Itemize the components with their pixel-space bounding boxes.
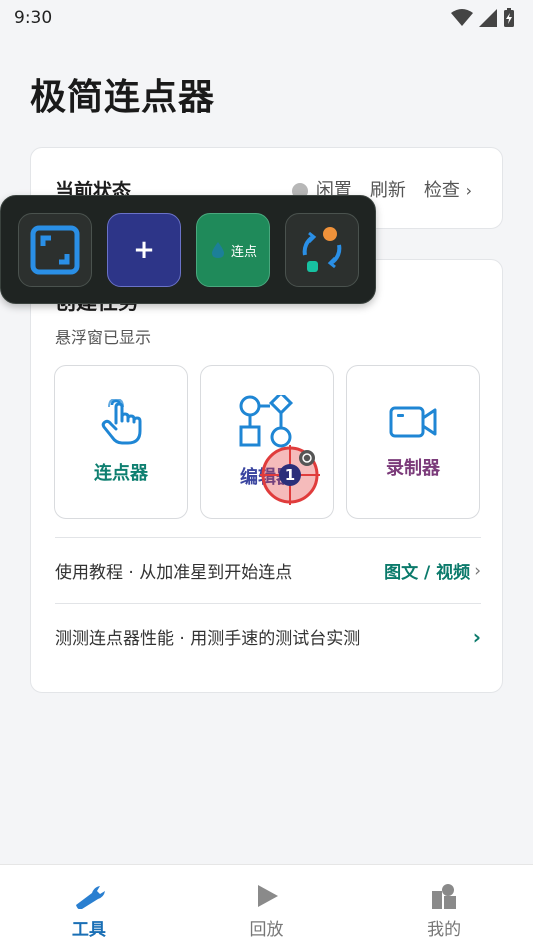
expand-button[interactable] xyxy=(18,213,92,287)
sync-icon xyxy=(302,227,342,272)
editor-tool-label: 编辑器 1 xyxy=(240,445,320,505)
plus-icon: + xyxy=(133,235,155,265)
recorder-tool-button[interactable]: 录制器 xyxy=(346,365,480,519)
tutorial-row[interactable]: 使用教程 · 从加准星到开始连点 图文 / 视频 › xyxy=(55,537,481,603)
editor-tool-button[interactable]: 编辑器 1 xyxy=(200,365,334,519)
nav-profile[interactable]: 我的 xyxy=(355,865,533,948)
battery-icon xyxy=(504,8,514,27)
user-icon xyxy=(432,884,457,909)
drop-icon xyxy=(211,242,224,258)
benchmark-text: 测测连点器性能 · 用测手速的测试台实测 xyxy=(55,629,361,649)
floating-toolbar[interactable]: + 连点 xyxy=(0,195,376,304)
tutorial-text: 使用教程 · 从加准星到开始连点 xyxy=(55,563,293,583)
benchmark-row[interactable]: 测测连点器性能 · 用测手速的测试台实测 › xyxy=(55,603,481,669)
wifi-icon xyxy=(451,9,473,26)
tutorial-link[interactable]: 图文 / 视频 › xyxy=(384,558,481,584)
video-camera-icon xyxy=(389,406,437,438)
clicker-tool-button[interactable]: 连点器 xyxy=(54,365,188,519)
refresh-button[interactable]: 刷新 xyxy=(370,176,406,202)
crosshair-marker[interactable]: 1 xyxy=(260,445,320,505)
signal-icon xyxy=(479,9,497,27)
task-card: 创建任务 悬浮窗已显示 连点器 编辑器 xyxy=(30,259,503,693)
play-icon xyxy=(257,885,278,907)
wrench-icon xyxy=(75,886,105,909)
chevron-right-icon: › xyxy=(474,560,481,581)
start-click-label: 连点 xyxy=(230,244,257,260)
clicker-tool-label: 连点器 xyxy=(94,463,148,484)
chevron-right-icon: › xyxy=(472,624,481,649)
flowchart-icon xyxy=(239,395,294,448)
start-click-button[interactable]: 连点 xyxy=(196,213,270,287)
expand-icon xyxy=(30,225,80,275)
bottom-nav: 工具 回放 我的 xyxy=(0,864,533,948)
nav-tools[interactable]: 工具 xyxy=(0,865,178,948)
crosshair-index: 1 xyxy=(284,466,296,484)
recorder-tool-label: 录制器 xyxy=(386,458,440,479)
task-subtitle: 悬浮窗已显示 xyxy=(55,328,152,347)
page-title: 极简连点器 xyxy=(30,77,216,118)
sync-button[interactable] xyxy=(285,213,359,287)
add-crosshair-button[interactable]: + xyxy=(107,213,181,287)
status-bar: 9:30 xyxy=(0,0,533,36)
status-time: 9:30 xyxy=(14,8,53,28)
status-icons xyxy=(451,8,515,28)
check-button[interactable]: 检查 › xyxy=(424,176,472,202)
tap-hand-icon xyxy=(101,399,142,445)
nav-playback[interactable]: 回放 xyxy=(178,865,356,948)
